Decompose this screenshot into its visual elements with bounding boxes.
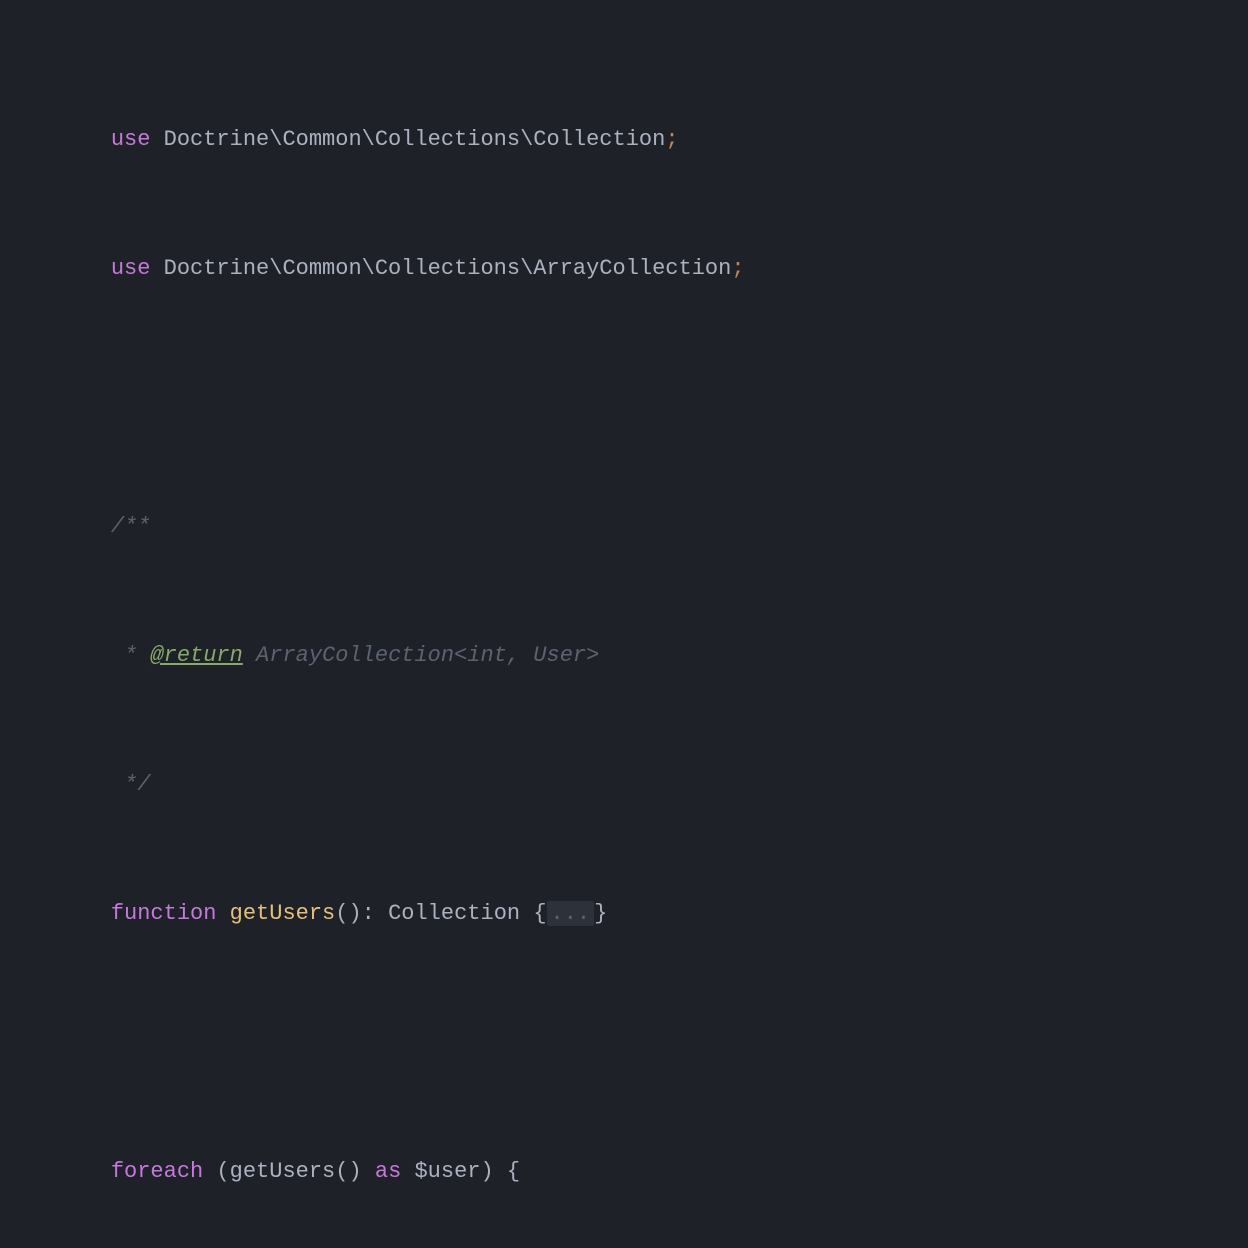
brace-open: { bbox=[507, 1159, 520, 1184]
keyword-use: use bbox=[111, 127, 151, 152]
code-line-foreach[interactable]: foreach (getUsers() as $user) { bbox=[58, 1107, 1248, 1236]
code-line-empty[interactable] bbox=[58, 333, 1248, 462]
brace-close: } bbox=[594, 901, 607, 926]
code-line-current[interactable] bbox=[58, 1236, 1248, 1248]
comment-text: */ bbox=[111, 772, 151, 797]
doc-comment-line[interactable]: * @return ArrayCollection<int, User> bbox=[58, 591, 1248, 720]
semicolon: ; bbox=[731, 256, 744, 281]
code-line[interactable]: use Doctrine\Common\Collections\ArrayCol… bbox=[58, 204, 1248, 333]
comment-text: /** bbox=[111, 514, 151, 539]
code-line[interactable]: use Doctrine\Common\Collections\Collecti… bbox=[58, 75, 1248, 204]
doc-comment-close[interactable]: */ bbox=[58, 720, 1248, 849]
keyword-foreach: foreach bbox=[111, 1159, 203, 1184]
parentheses: () bbox=[335, 1159, 361, 1184]
variable: $user bbox=[414, 1159, 480, 1184]
parentheses: () bbox=[335, 901, 361, 926]
paren-close: ) bbox=[481, 1159, 507, 1184]
code-fold-indicator[interactable]: ... bbox=[547, 901, 595, 926]
function-name: getUsers bbox=[230, 901, 336, 926]
comment-text: ArrayCollection<int, User> bbox=[243, 643, 599, 668]
return-type: Collection bbox=[388, 901, 520, 926]
code-editor[interactable]: use Doctrine\Common\Collections\Collecti… bbox=[0, 0, 1248, 1248]
code-line-function[interactable]: function getUsers(): Collection {...} bbox=[58, 849, 1248, 978]
doc-tag-return: @return bbox=[150, 643, 242, 668]
keyword-use: use bbox=[111, 256, 151, 281]
keyword-function: function bbox=[111, 901, 217, 926]
semicolon: ; bbox=[665, 127, 678, 152]
function-call: getUsers bbox=[230, 1159, 336, 1184]
comment-star: * bbox=[111, 643, 151, 668]
namespace: Doctrine\Common\Collections\ArrayCollect… bbox=[150, 256, 731, 281]
brace-open: { bbox=[533, 901, 546, 926]
colon: : bbox=[362, 901, 388, 926]
keyword-as: as bbox=[375, 1159, 401, 1184]
code-line-empty[interactable] bbox=[58, 978, 1248, 1107]
namespace: Doctrine\Common\Collections\Collection bbox=[150, 127, 665, 152]
doc-comment-open[interactable]: /** bbox=[58, 462, 1248, 591]
paren-open: ( bbox=[203, 1159, 229, 1184]
